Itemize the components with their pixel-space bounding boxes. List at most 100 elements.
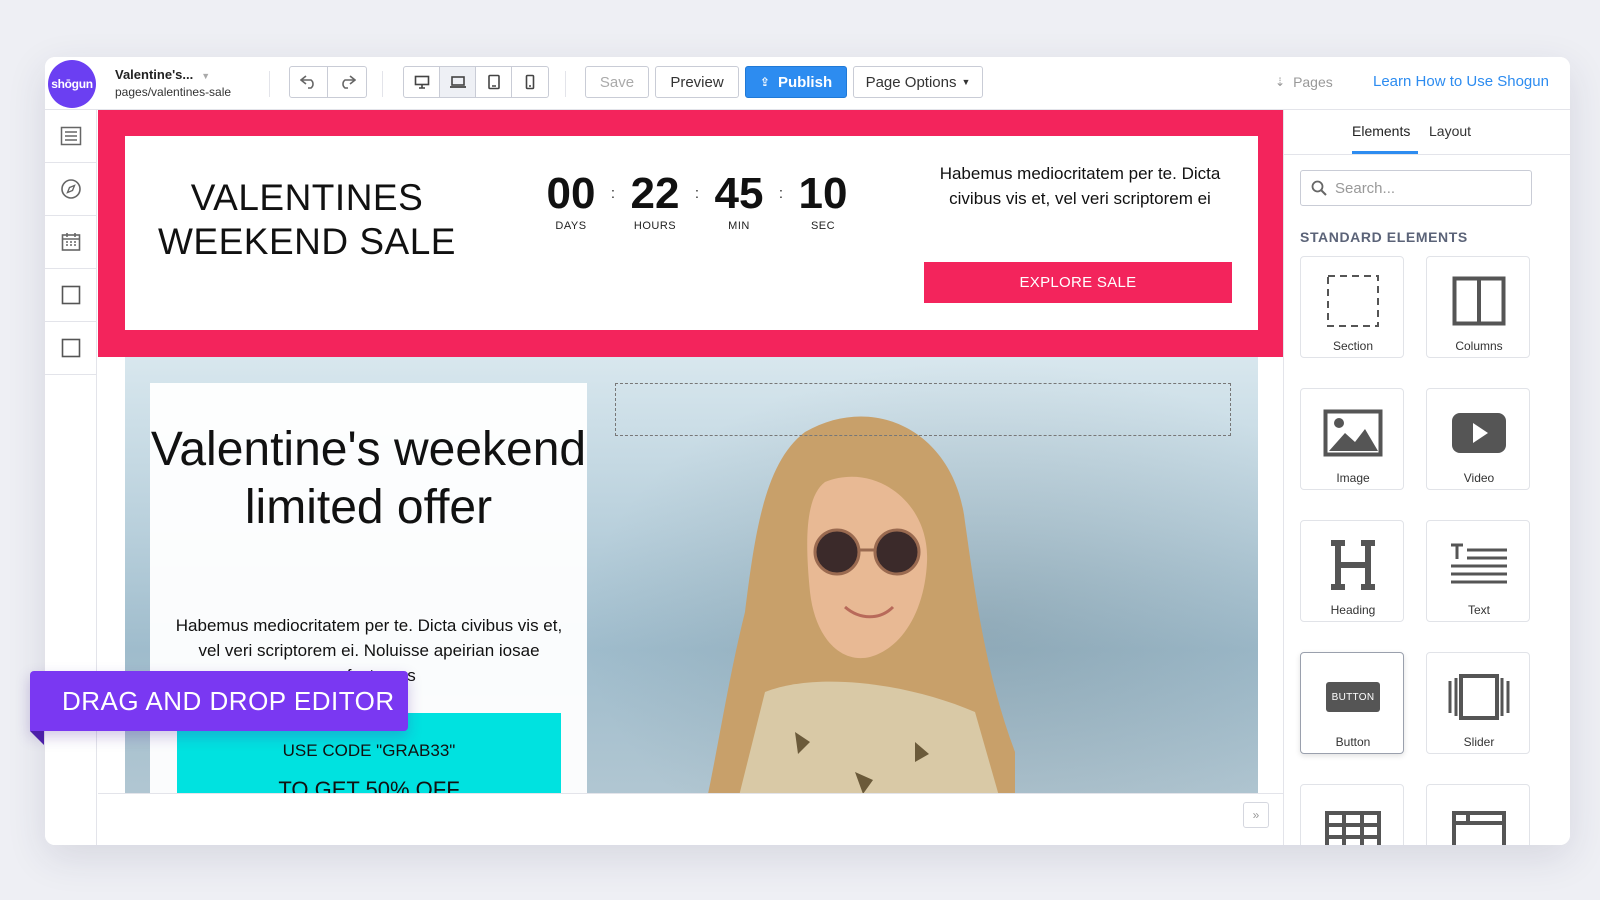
page-canvas[interactable]: VALENTINES WEEKEND SALE 00 DAYS : 22 HOU…: [98, 110, 1283, 845]
redo-icon[interactable]: [328, 67, 366, 97]
compass-icon[interactable]: [45, 163, 97, 216]
element-slider[interactable]: Slider: [1426, 652, 1530, 754]
countdown-min: 45 MIN: [707, 168, 771, 232]
learn-link[interactable]: Learn How to Use Shogun: [1373, 73, 1549, 90]
element-heading[interactable]: Heading: [1300, 520, 1404, 622]
section-title: STANDARD ELEMENTS: [1300, 229, 1468, 245]
square-icon[interactable]: [45, 269, 97, 322]
hero-section[interactable]: Valentine's weekend limited offer Habemu…: [125, 357, 1258, 845]
countdown-label: MIN: [728, 220, 750, 232]
layout-icon: [1452, 811, 1506, 845]
publish-button[interactable]: ⇪ Publish: [745, 66, 847, 98]
expand-icon[interactable]: »: [1243, 802, 1269, 828]
element-image[interactable]: Image: [1300, 388, 1404, 490]
countdown-label: HOURS: [633, 220, 677, 232]
element-search[interactable]: [1300, 170, 1532, 206]
page-options-dropdown[interactable]: Page Options ▼: [853, 66, 983, 98]
video-icon: [1452, 413, 1506, 453]
panel-tabs: Elements Layout: [1284, 110, 1570, 155]
divider: [565, 71, 566, 97]
save-button[interactable]: Save: [585, 66, 649, 98]
page-list-icon[interactable]: [45, 110, 97, 163]
page-options-label: Page Options: [865, 73, 957, 91]
page-name: Valentine's...: [115, 67, 194, 82]
calendar-icon[interactable]: [45, 216, 97, 269]
countdown-value: 45: [714, 169, 764, 218]
undo-icon[interactable]: [290, 67, 328, 97]
publish-icon: ⇪: [759, 75, 770, 89]
canvas-footer: »: [98, 793, 1283, 845]
search-input[interactable]: [1335, 179, 1515, 197]
offer-title[interactable]: Valentine's weekend limited offer: [150, 421, 587, 537]
columns-icon: [1452, 276, 1506, 326]
elements-panel: Elements Layout STANDARD ELEMENTS Sectio…: [1283, 110, 1570, 845]
element-layout[interactable]: [1426, 784, 1530, 845]
laptop-icon[interactable]: [440, 67, 476, 97]
pages-label: Pages: [1293, 74, 1333, 90]
element-section[interactable]: Section: [1300, 256, 1404, 358]
mobile-icon[interactable]: [512, 67, 548, 97]
countdown-hours: 22 HOURS: [623, 168, 687, 232]
divider: [382, 71, 383, 97]
divider: [269, 71, 270, 97]
explore-sale-button[interactable]: EXPLORE SALE: [924, 262, 1232, 303]
desktop-icon[interactable]: [404, 67, 440, 97]
element-text[interactable]: Text: [1426, 520, 1530, 622]
slider-icon: [1448, 674, 1510, 720]
element-video[interactable]: Video: [1426, 388, 1530, 490]
countdown-value: 00: [546, 169, 596, 218]
page-path: pages/valentines-sale: [115, 85, 232, 99]
element-label: Section: [1332, 339, 1374, 353]
promo-code-line: USE CODE "GRAB33": [282, 741, 456, 760]
shogun-logo[interactable]: shōgun: [48, 60, 96, 108]
download-icon: ⇣: [1275, 75, 1286, 89]
search-icon: [1311, 180, 1327, 196]
countdown-sec: 10 SEC: [791, 168, 855, 232]
history-controls: [289, 66, 367, 98]
countdown-value: 10: [798, 169, 848, 218]
countdown-label: DAYS: [555, 220, 587, 232]
element-button[interactable]: BUTTON Button: [1300, 652, 1404, 754]
colon-separator: :: [610, 185, 616, 202]
element-table[interactable]: [1300, 784, 1404, 845]
element-columns[interactable]: Columns: [1426, 256, 1530, 358]
tab-layout[interactable]: Layout: [1429, 123, 1471, 139]
left-sidebar: [45, 110, 97, 845]
image-icon: [1323, 409, 1383, 457]
element-label: Text: [1467, 603, 1490, 617]
square-icon[interactable]: [45, 322, 97, 375]
top-toolbar: shōgun Valentine's... ▼ pages/valentines-…: [45, 57, 1570, 110]
tab-elements[interactable]: Elements: [1352, 123, 1410, 139]
countdown-label: SEC: [810, 220, 836, 232]
element-label: Button: [1335, 735, 1371, 749]
button-icon: BUTTON: [1326, 682, 1380, 712]
badge-tail: [30, 731, 44, 745]
tablet-icon[interactable]: [476, 67, 512, 97]
section-icon: [1327, 275, 1379, 327]
drag-and-drop-badge: DRAG AND DROP EDITOR: [30, 671, 408, 731]
text-icon: [1451, 543, 1507, 584]
publish-label: Publish: [777, 73, 833, 91]
empty-drop-zone[interactable]: [615, 383, 1231, 436]
countdown-days: 00 DAYS: [539, 168, 603, 232]
element-label: Video: [1463, 471, 1495, 485]
element-label: Columns: [1455, 339, 1503, 353]
active-tab-indicator: [1352, 151, 1418, 154]
preview-button[interactable]: Preview: [655, 66, 739, 98]
chevron-down-icon: ▼: [961, 77, 971, 87]
pages-link[interactable]: ⇣ Pages: [1275, 74, 1333, 90]
device-switcher: [403, 66, 549, 98]
banner-title[interactable]: VALENTINES WEEKEND SALE: [152, 176, 462, 264]
element-label: Slider: [1463, 735, 1495, 749]
page-name-dropdown[interactable]: Valentine's... ▼: [115, 67, 210, 82]
colon-separator: :: [694, 185, 700, 202]
table-icon: [1325, 811, 1381, 845]
banner-card[interactable]: VALENTINES WEEKEND SALE 00 DAYS : 22 HOU…: [125, 136, 1258, 330]
element-label: Heading: [1330, 603, 1376, 617]
woman-photo: [696, 416, 1015, 845]
element-label: Image: [1336, 471, 1370, 485]
countdown-value: 22: [630, 169, 680, 218]
countdown-timer[interactable]: 00 DAYS : 22 HOURS : 45 MIN : 10 SEC: [539, 168, 855, 232]
offer-panel[interactable]: Valentine's weekend limited offer Habemu…: [150, 383, 587, 845]
banner-text[interactable]: Habemus mediocritatem per te. Dicta civi…: [935, 161, 1225, 211]
